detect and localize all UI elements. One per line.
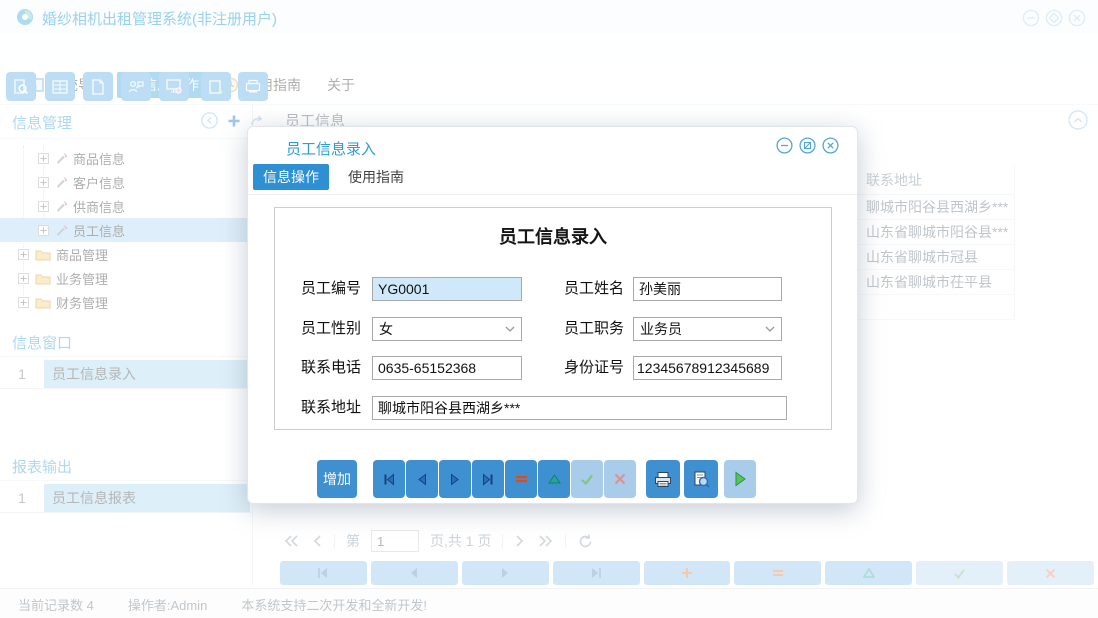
employee-entry-dialog: 员工信息录入 信息操作 使用指南 员工信息录入 员工编号 员工姓名 员工性别 女… — [247, 126, 858, 504]
form-title: 员工信息录入 — [274, 223, 832, 249]
edit-record-button[interactable] — [538, 460, 570, 498]
next-record-button[interactable] — [439, 460, 471, 498]
chevron-down-icon — [505, 326, 515, 332]
dialog-tab-user-guide[interactable]: 使用指南 — [341, 164, 411, 190]
id-card-input[interactable] — [633, 356, 782, 380]
dialog-tab-info-operation[interactable]: 信息操作 — [253, 164, 329, 190]
last-record-button[interactable] — [472, 460, 504, 498]
label-emp-name: 员工姓名 — [564, 277, 624, 301]
divider — [248, 194, 857, 195]
print-button[interactable] — [646, 460, 680, 498]
prev-record-button[interactable] — [406, 460, 438, 498]
dialog-restore-button[interactable] — [799, 137, 816, 154]
dialog-close-button[interactable] — [822, 137, 839, 154]
emp-title-select[interactable]: 业务员 — [633, 317, 782, 341]
emp-id-input[interactable] — [372, 277, 522, 301]
select-value: 业务员 — [640, 319, 682, 339]
select-value: 女 — [379, 319, 393, 339]
first-record-button[interactable] — [373, 460, 405, 498]
label-emp-title: 员工职务 — [564, 317, 624, 341]
confirm-button[interactable] — [571, 460, 603, 498]
emp-name-input[interactable] — [633, 277, 782, 301]
label-phone: 联系电话 — [301, 356, 361, 380]
label-address: 联系地址 — [301, 396, 361, 420]
chevron-down-icon — [765, 326, 775, 332]
label-id-card: 身份证号 — [564, 356, 624, 380]
add-button[interactable]: 增加 — [317, 460, 357, 498]
print-preview-button[interactable] — [684, 460, 718, 498]
delete-record-button[interactable] — [505, 460, 537, 498]
cancel-button[interactable] — [604, 460, 636, 498]
label-emp-id: 员工编号 — [301, 277, 361, 301]
phone-input[interactable] — [372, 356, 522, 380]
address-input[interactable] — [372, 396, 787, 420]
dialog-title: 员工信息录入 — [286, 138, 376, 159]
run-button[interactable] — [724, 460, 756, 498]
label-emp-gender: 员工性别 — [301, 317, 361, 341]
emp-gender-select[interactable]: 女 — [372, 317, 522, 341]
app-window: 婚纱相机出租管理系统(非注册用户) 系统导航 信息操作 使用指南 关于 — [0, 0, 1098, 618]
dialog-minimize-button[interactable] — [776, 137, 793, 154]
